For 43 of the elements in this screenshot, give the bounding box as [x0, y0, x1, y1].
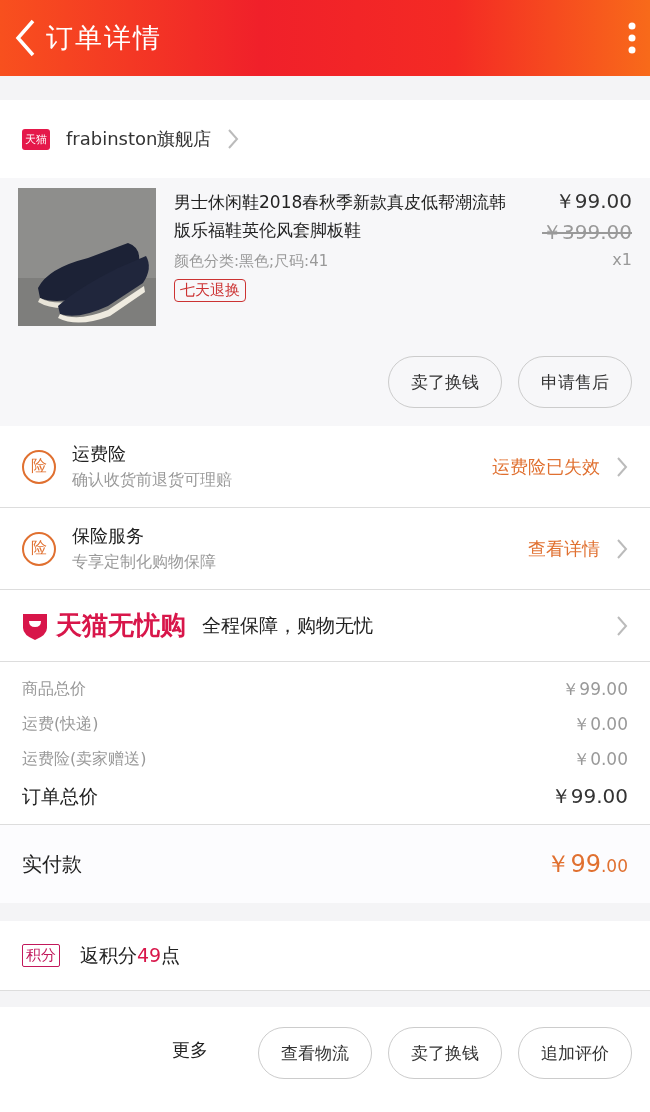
summary-value: ￥0.00 — [573, 748, 628, 771]
points-text: 返积分49点 — [80, 942, 181, 968]
more-icon[interactable] — [628, 22, 636, 54]
product-price: ￥99.00 — [554, 188, 632, 215]
service-subtitle: 确认收货前退货可理赔 — [72, 470, 233, 491]
service-row[interactable]: 险 保险服务 专享定制化购物保障 查看详情 — [0, 508, 650, 590]
chevron-right-icon — [616, 614, 628, 637]
page-title: 订单详情 — [46, 21, 163, 55]
more-link[interactable]: 更多 — [172, 1037, 208, 1062]
chevron-right-icon — [616, 455, 628, 478]
service-status: 查看详情 — [528, 536, 600, 561]
service-subtitle: 专享定制化购物保障 — [72, 552, 217, 573]
insurance-badge: 险 — [22, 449, 56, 484]
shield-icon — [22, 611, 48, 640]
summary-label: 商品总价 — [22, 679, 86, 700]
points-badge: 积分 — [22, 944, 60, 967]
chevron-right-icon — [227, 128, 240, 150]
service-status: 运费险已失效 — [492, 454, 600, 479]
service-title: 保险服务 — [72, 524, 145, 548]
original-price: ￥399.00 — [542, 219, 632, 246]
paid-label: 实付款 — [22, 850, 82, 878]
service-title: 运费险 — [72, 442, 127, 466]
store-badge: 天猫 — [22, 128, 50, 150]
summary-label: 订单总价 — [22, 783, 98, 809]
summary-value: ￥99.00 — [550, 783, 628, 810]
chevron-right-icon — [616, 537, 628, 560]
product-title: 男士休闲鞋2018春秋季新款真皮低帮潮流韩版乐福鞋英伦风套脚板鞋 — [174, 191, 508, 242]
guarantee-text: 全程保障，购物无忧 — [202, 612, 374, 638]
paid-amount: ￥99.00 — [546, 849, 628, 880]
product-quantity: x1 — [612, 250, 632, 269]
summary-value: ￥99.00 — [562, 678, 628, 701]
guarantee-row[interactable]: 天猫无忧购 全程保障，购物无忧 — [0, 590, 650, 662]
insurance-badge: 险 — [22, 531, 56, 566]
guarantee-brand: 天猫无忧购 — [56, 609, 186, 642]
summary-value: ￥0.00 — [573, 713, 628, 736]
service-row[interactable]: 险 运费险 确认收货前退货可理赔 运费险已失效 — [0, 426, 650, 508]
summary-label: 运费险(卖家赠送) — [22, 749, 147, 770]
return-tag: 七天退换 — [174, 279, 246, 302]
product-variant: 颜色分类:黑色;尺码:41 — [174, 252, 330, 271]
summary-label: 运费(快递) — [22, 714, 99, 735]
back-icon[interactable] — [14, 18, 36, 58]
store-row[interactable]: 天猫 frabinston旗舰店 — [0, 100, 650, 178]
store-name: frabinston旗舰店 — [66, 127, 212, 151]
